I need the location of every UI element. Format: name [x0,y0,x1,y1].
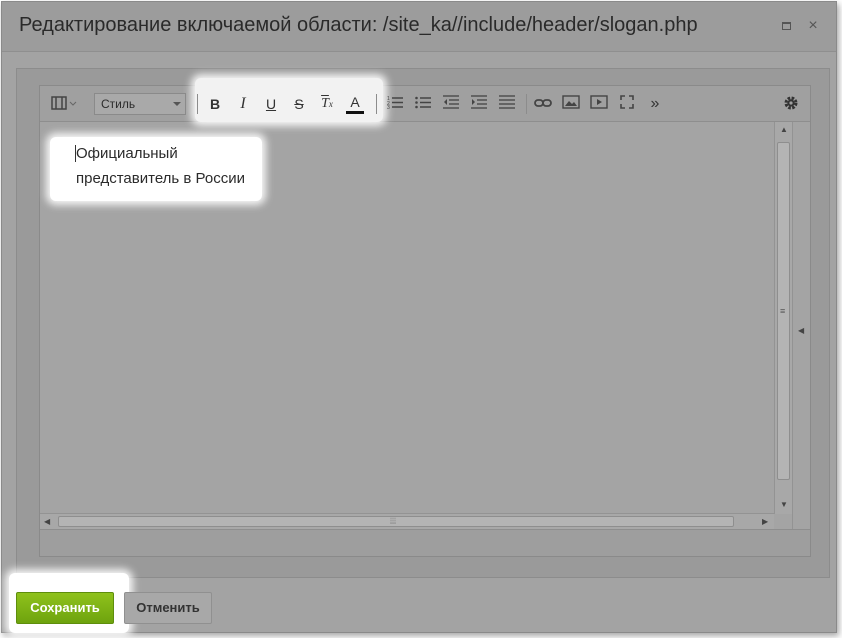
vertical-scroll-thumb[interactable]: ≡ [777,142,790,480]
remove-format-sub: x [328,99,333,109]
video-icon[interactable] [590,95,608,113]
scroll-up-icon[interactable]: ▲ [780,125,788,134]
chevron-down-icon [173,102,181,106]
italic-icon[interactable]: I [234,95,252,113]
horizontal-scroll-thumb[interactable]: ⦙⦙⦙ [58,516,734,527]
toolbar-divider [376,94,377,114]
grip-icon: ≡ [780,306,786,316]
dialog-title: Редактирование включаемой области: /site… [19,14,698,36]
cancel-button[interactable]: Отменить [124,592,212,624]
bold-icon[interactable]: B [206,95,224,113]
grip-icon: ⦙⦙⦙ [390,516,397,526]
dialog-titlebar[interactable]: Редактирование включаемой области: /site… [2,2,836,52]
remove-format-icon[interactable]: Tx [318,95,336,113]
save-button[interactable]: Сохранить [16,592,114,624]
maximize-icon[interactable] [778,18,794,34]
side-panel-toggle[interactable]: ◀ [792,122,810,556]
view-mode-icon[interactable] [50,95,78,113]
style-select[interactable]: Стиль [94,93,186,115]
vertical-scrollbar[interactable]: ▲ ≡ ▼ [774,122,792,514]
unordered-list-icon[interactable] [414,95,432,113]
strikethrough-icon[interactable]: S [290,95,308,113]
dialog-footer: Сохранить Отменить [2,573,836,633]
settings-icon[interactable] [782,95,800,113]
underline-icon[interactable]: U [262,95,280,113]
ordered-list-icon[interactable]: 123 [386,95,404,113]
remove-format-glyph: T [321,96,329,111]
scroll-left-icon[interactable]: ◀ [44,517,50,526]
slogan-line-1[interactable]: Официальный [76,145,178,162]
font-color-icon[interactable]: A [346,95,364,114]
more-icon[interactable]: » [646,95,664,113]
scroll-down-icon[interactable]: ▼ [780,500,788,509]
content-area: Стиль B I U S Tx A 123 » Официальный пре… [16,68,830,578]
toolbar-divider [526,94,527,114]
editor-statusbar [40,529,810,556]
fullscreen-icon[interactable] [618,95,636,113]
toolbar-divider [197,94,198,114]
editor-content[interactable]: Официальный представитель в России [40,123,774,513]
indent-icon[interactable] [470,95,488,113]
link-icon[interactable] [534,95,552,113]
chevron-left-icon[interactable]: ◀ [798,326,804,335]
image-icon[interactable] [562,95,580,113]
scroll-right-icon[interactable]: ▶ [762,517,768,526]
horizontal-scrollbar[interactable]: ◀ ⦙⦙⦙ ▶ [40,513,774,529]
slogan-line-2[interactable]: представитель в России [76,170,245,187]
outdent-icon[interactable] [442,95,460,113]
close-icon[interactable]: × [805,18,821,34]
style-select-value: Стиль [101,97,136,111]
html-editor: Стиль B I U S Tx A 123 » Официальный пре… [39,78,811,557]
align-icon[interactable] [498,95,516,113]
include-area-dialog: Редактирование включаемой области: /site… [1,1,837,633]
editor-toolbar: Стиль B I U S Tx A 123 » [40,78,810,122]
svg-text:3: 3 [387,105,390,109]
